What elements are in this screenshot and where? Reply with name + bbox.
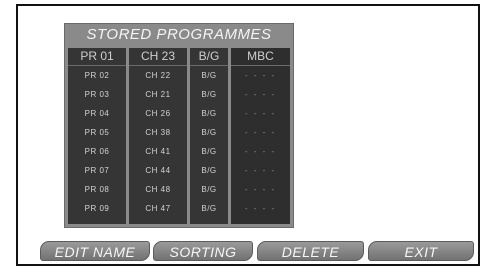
programme-table: PR 01 CH 23 B/G MBC PR 02 CH 22 B/G - - …: [68, 48, 290, 224]
table-row-cell[interactable]: PR 02: [68, 68, 126, 83]
table-row-cell[interactable]: - - - -: [231, 144, 290, 159]
table-row-cell[interactable]: PR 05: [68, 125, 126, 140]
panel-title: STORED PROGRAMMES: [86, 26, 272, 43]
table-row-cell[interactable]: CH 47: [129, 201, 187, 216]
table-row-cell[interactable]: PR 03: [68, 87, 126, 102]
table-row-cell[interactable]: B/G: [190, 87, 228, 102]
table-row-cell[interactable]: B/G: [190, 144, 228, 159]
table-row-cell[interactable]: PR 08: [68, 182, 126, 197]
exit-button[interactable]: EXIT: [368, 241, 474, 261]
header-system[interactable]: B/G: [190, 48, 228, 66]
table-row-cell[interactable]: CH 22: [129, 68, 187, 83]
table-row-cell[interactable]: - - - -: [231, 201, 290, 216]
table-row-cell[interactable]: CH 38: [129, 125, 187, 140]
sorting-button[interactable]: SORTING: [153, 241, 253, 261]
table-row-cell[interactable]: - - - -: [231, 87, 290, 102]
table-row-cell[interactable]: CH 44: [129, 163, 187, 178]
table-row-cell[interactable]: PR 06: [68, 144, 126, 159]
table-row-cell[interactable]: CH 26: [129, 106, 187, 121]
header-channel[interactable]: CH 23: [129, 48, 187, 66]
table-row-cell[interactable]: - - - -: [231, 68, 290, 83]
table-row-cell[interactable]: - - - -: [231, 125, 290, 140]
table-row-cell[interactable]: - - - -: [231, 163, 290, 178]
delete-button[interactable]: DELETE: [257, 241, 364, 261]
header-name[interactable]: MBC: [231, 48, 290, 66]
table-row-cell[interactable]: B/G: [190, 125, 228, 140]
tv-screen: STORED PROGRAMMES PR 01 CH 23 B/G MBC PR…: [16, 4, 480, 266]
stored-programmes-panel: STORED PROGRAMMES PR 01 CH 23 B/G MBC PR…: [64, 23, 294, 228]
table-row-cell[interactable]: PR 04: [68, 106, 126, 121]
table-row-cell[interactable]: B/G: [190, 68, 228, 83]
table-row-cell[interactable]: B/G: [190, 182, 228, 197]
table-row-cell[interactable]: CH 41: [129, 144, 187, 159]
table-row-cell[interactable]: B/G: [190, 106, 228, 121]
table-row-cell[interactable]: PR 09: [68, 201, 126, 216]
table-row-cell[interactable]: CH 48: [129, 182, 187, 197]
table-row-cell[interactable]: CH 21: [129, 87, 187, 102]
table-row-cell[interactable]: PR 07: [68, 163, 126, 178]
edit-name-button[interactable]: EDIT NAME: [40, 241, 150, 261]
table-row-cell[interactable]: - - - -: [231, 106, 290, 121]
table-row-cell[interactable]: B/G: [190, 163, 228, 178]
header-programme[interactable]: PR 01: [68, 48, 126, 66]
table-row-cell[interactable]: B/G: [190, 201, 228, 216]
table-row-cell[interactable]: - - - -: [231, 182, 290, 197]
